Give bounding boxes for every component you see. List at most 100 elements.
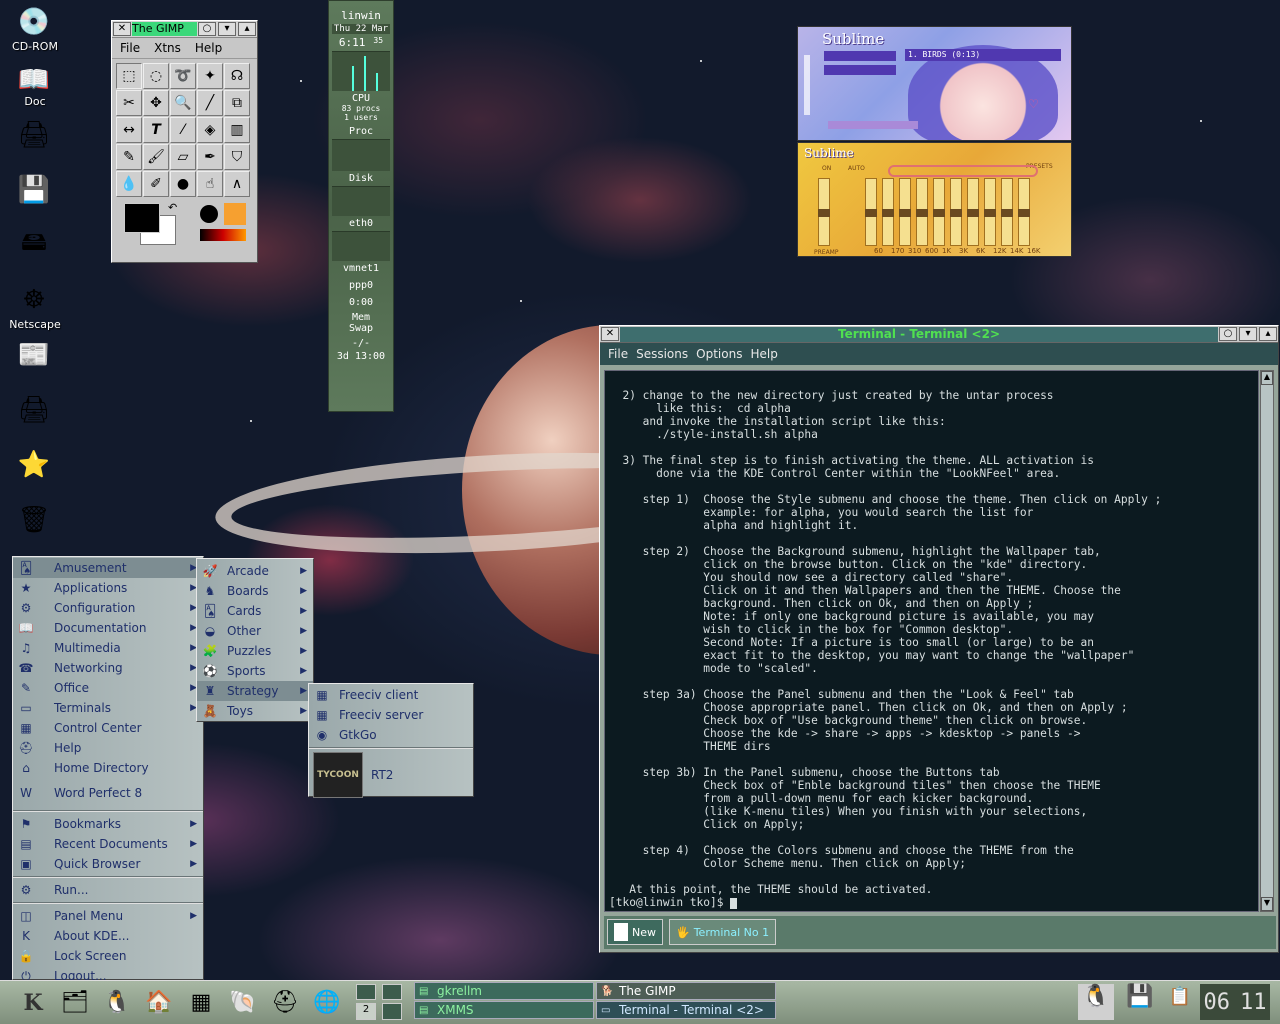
floppy-icon[interactable]: 💾 [14, 170, 54, 210]
disk-tray-icon[interactable]: 💾 [1122, 984, 1158, 1020]
magnify-icon[interactable]: 🔍 [170, 90, 196, 116]
k-menu-button[interactable]: K [14, 984, 52, 1022]
session-tab-terminal[interactable]: 🖐 Terminal No 1 [669, 919, 777, 945]
lasso-icon[interactable]: ➰ [170, 63, 196, 89]
eq-band-slider[interactable] [899, 178, 911, 246]
menu-item-office[interactable]: ✎ Office ▶ [13, 678, 203, 698]
eq-band-slider[interactable] [916, 178, 928, 246]
clone-icon[interactable]: ⛉ [224, 144, 250, 170]
desktop-pager-1[interactable] [356, 984, 376, 1000]
menu-item-documentation[interactable]: 📖 Documentation ▶ [13, 618, 203, 638]
scroll-up-icon[interactable]: ▲ [1261, 371, 1273, 385]
tux-icon[interactable]: 🐧 [98, 984, 136, 1022]
slider-knob[interactable] [916, 209, 928, 217]
gimp-window-title[interactable]: The GIMP [132, 22, 197, 36]
menu-item-lock-screen[interactable]: 🔒 Lock Screen [13, 946, 203, 966]
eq-on-button[interactable]: ON [822, 165, 831, 172]
eq-band-slider[interactable] [1001, 178, 1013, 246]
iconify-button[interactable]: ○ [1219, 327, 1237, 341]
printer-icon[interactable]: 🖨 [14, 115, 54, 155]
text-icon[interactable]: T [143, 117, 169, 143]
menu-file[interactable]: File [120, 41, 140, 55]
color-picker-icon[interactable]: ⁄ [170, 117, 196, 143]
menu-xtns[interactable]: Xtns [154, 41, 181, 55]
eraser-icon[interactable]: ▱ [170, 144, 196, 170]
slider-knob[interactable] [899, 209, 911, 217]
harddisk-icon[interactable]: 🖴 [14, 225, 54, 265]
menu-item-other[interactable]: ◒ Other ▶ [197, 621, 313, 641]
airbrush-icon[interactable]: ✒ [197, 144, 223, 170]
menu-item-toys[interactable]: 🧸 Toys ▶ [197, 701, 313, 721]
position-slider[interactable] [828, 121, 918, 129]
menu-item-recent-documents[interactable]: ▤ Recent Documents ▶ [13, 834, 203, 854]
menu-item-terminals[interactable]: ▭ Terminals ▶ [13, 698, 203, 718]
menu-item-boards[interactable]: ♞ Boards ▶ [197, 581, 313, 601]
home-icon[interactable]: 🏠 [140, 984, 178, 1022]
slider-knob[interactable] [865, 209, 877, 217]
close-button[interactable]: ✕ [113, 22, 131, 36]
new-session-button[interactable]: New [607, 919, 663, 945]
menu-item-networking[interactable]: ☎ Networking ▶ [13, 658, 203, 678]
menu-options[interactable]: Options [696, 347, 742, 361]
vertical-controls[interactable] [804, 55, 810, 115]
menu-item-sports[interactable]: ⚽ Sports ▶ [197, 661, 313, 681]
terminal-scrollbar[interactable]: ▲ ▼ [1260, 370, 1274, 912]
scissors-icon[interactable]: ✂ [116, 90, 142, 116]
task-gimp[interactable]: 🐕 The GIMP [596, 982, 776, 1000]
terminal-output[interactable]: 2) change to the new directory just crea… [604, 370, 1259, 912]
disc-icon[interactable]: 💿 [14, 2, 54, 42]
task-gkrellm[interactable]: ▤ gkrellm [414, 982, 594, 1000]
desktop-pager-current[interactable]: 2 [356, 1003, 376, 1020]
menu-item-word-perfect-8[interactable]: W Word Perfect 8 [13, 778, 203, 808]
bezier-select-icon[interactable]: ☊ [224, 63, 250, 89]
task-terminal[interactable]: ▭ Terminal - Terminal <2> [596, 1001, 776, 1019]
dodge-icon[interactable]: ● [170, 171, 196, 197]
menu-item-puzzles[interactable]: 🧩 Puzzles ▶ [197, 641, 313, 661]
slider-knob[interactable] [967, 209, 979, 217]
iconify-button[interactable]: ○ [198, 22, 216, 36]
swap-colors-icon[interactable]: ↶ [168, 201, 177, 214]
shade-button[interactable]: ▴ [1259, 327, 1277, 341]
pencil-icon[interactable]: ✎ [116, 144, 142, 170]
flip-icon[interactable]: ↔ [116, 117, 142, 143]
control-center-icon[interactable]: ▦ [182, 984, 220, 1022]
eq-band-slider[interactable] [984, 178, 996, 246]
help-icon[interactable]: ⛑ [266, 984, 304, 1022]
desktop-pager-4[interactable] [382, 1003, 402, 1020]
menu-item-arcade[interactable]: 🚀 Arcade ▶ [197, 561, 313, 581]
menu-item-freeciv-client[interactable]: ▦ Freeciv client [309, 685, 473, 705]
slider-knob[interactable] [1001, 209, 1013, 217]
slider-knob[interactable] [984, 209, 996, 217]
slider-knob[interactable] [818, 209, 830, 217]
ink-icon[interactable]: ✐ [143, 171, 169, 197]
clock[interactable]: 06 11 [1200, 984, 1270, 1020]
eq-band-slider[interactable] [865, 178, 877, 246]
task-xmms[interactable]: ▤ XMMS [414, 1001, 594, 1019]
clipboard-icon[interactable]: 📋 [1168, 986, 1192, 1018]
maximize-button[interactable]: ▾ [1239, 327, 1257, 341]
shade-button[interactable]: ▴ [238, 22, 256, 36]
transform-icon[interactable]: ⧉ [224, 90, 250, 116]
menu-item-applications[interactable]: ★ Applications ▶ [13, 578, 203, 598]
menu-item-strategy[interactable]: ♜ Strategy ▶ [197, 681, 313, 701]
crop-icon[interactable]: ╱ [197, 90, 223, 116]
star-icon[interactable]: ⭐ [14, 445, 54, 485]
shell-icon[interactable]: 🐚 [224, 984, 262, 1022]
menu-item-home-directory[interactable]: ⌂ Home Directory [13, 758, 203, 778]
netscape-icon[interactable]: ☸ [14, 280, 54, 320]
rect-select-icon[interactable]: ⬚ [116, 63, 142, 89]
blend-icon[interactable]: ▥ [224, 117, 250, 143]
measure-icon[interactable]: ∧ [224, 171, 250, 197]
move-icon[interactable]: ✥ [143, 90, 169, 116]
eq-band-slider[interactable] [882, 178, 894, 246]
trash-icon[interactable]: 🗑 [14, 500, 54, 540]
bucket-fill-icon[interactable]: ◈ [197, 117, 223, 143]
menu-item-cards[interactable]: 🂡 Cards ▶ [197, 601, 313, 621]
ellipse-select-icon[interactable]: ◌ [143, 63, 169, 89]
scroll-down-icon[interactable]: ▼ [1261, 897, 1273, 911]
menu-item-control-center[interactable]: ▦ Control Center [13, 718, 203, 738]
pattern-indicator-icon[interactable] [224, 203, 246, 225]
menu-item-quick-browser[interactable]: ▣ Quick Browser ▶ [13, 854, 203, 874]
eq-band-slider[interactable] [967, 178, 979, 246]
gradient-indicator[interactable] [200, 229, 246, 241]
